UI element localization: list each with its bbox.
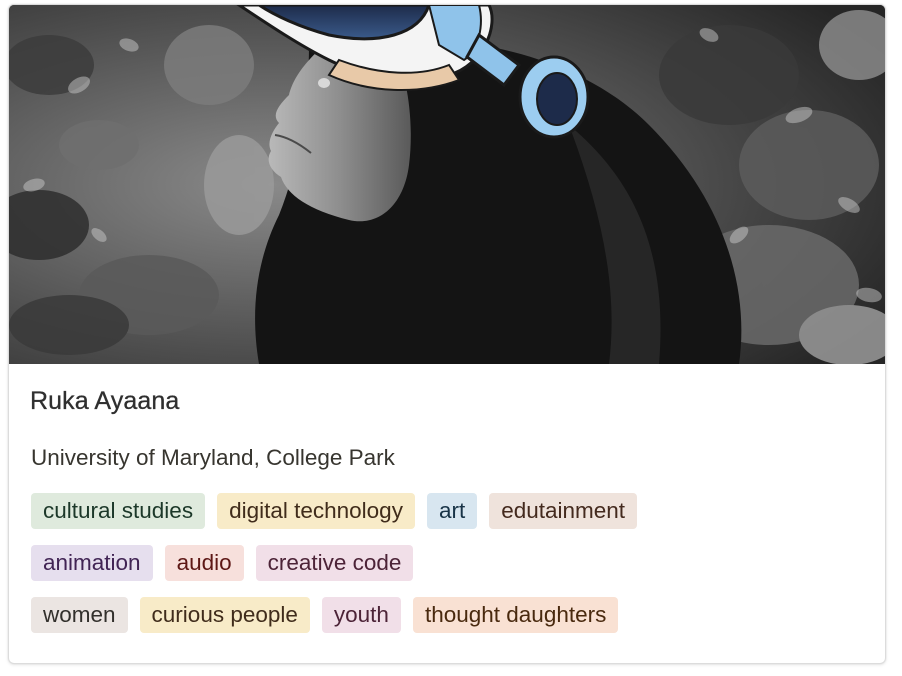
tag: art xyxy=(426,493,478,529)
tag: digital technology xyxy=(217,493,415,529)
tag: thought daughters xyxy=(412,597,619,633)
tag: women xyxy=(31,597,128,633)
tags-row-3: women curious people youth thought daugh… xyxy=(31,597,619,633)
tags-row-1: cultural studies digital technology art … xyxy=(31,493,638,529)
tag: youth xyxy=(321,597,401,633)
tag: edutainment xyxy=(489,493,638,529)
tag: animation xyxy=(31,545,153,581)
tag: audio xyxy=(164,545,244,581)
cover-image xyxy=(9,5,885,364)
profile-card[interactable]: Ruka Ayaana University of Maryland, Coll… xyxy=(8,4,886,664)
tags-row-2: animation audio creative code xyxy=(31,545,414,581)
tag: cultural studies xyxy=(31,493,206,529)
person-name: Ruka Ayaana xyxy=(30,387,180,415)
tag: curious people xyxy=(139,597,310,633)
affiliation: University of Maryland, College Park xyxy=(31,445,395,470)
tag: creative code xyxy=(255,545,414,581)
